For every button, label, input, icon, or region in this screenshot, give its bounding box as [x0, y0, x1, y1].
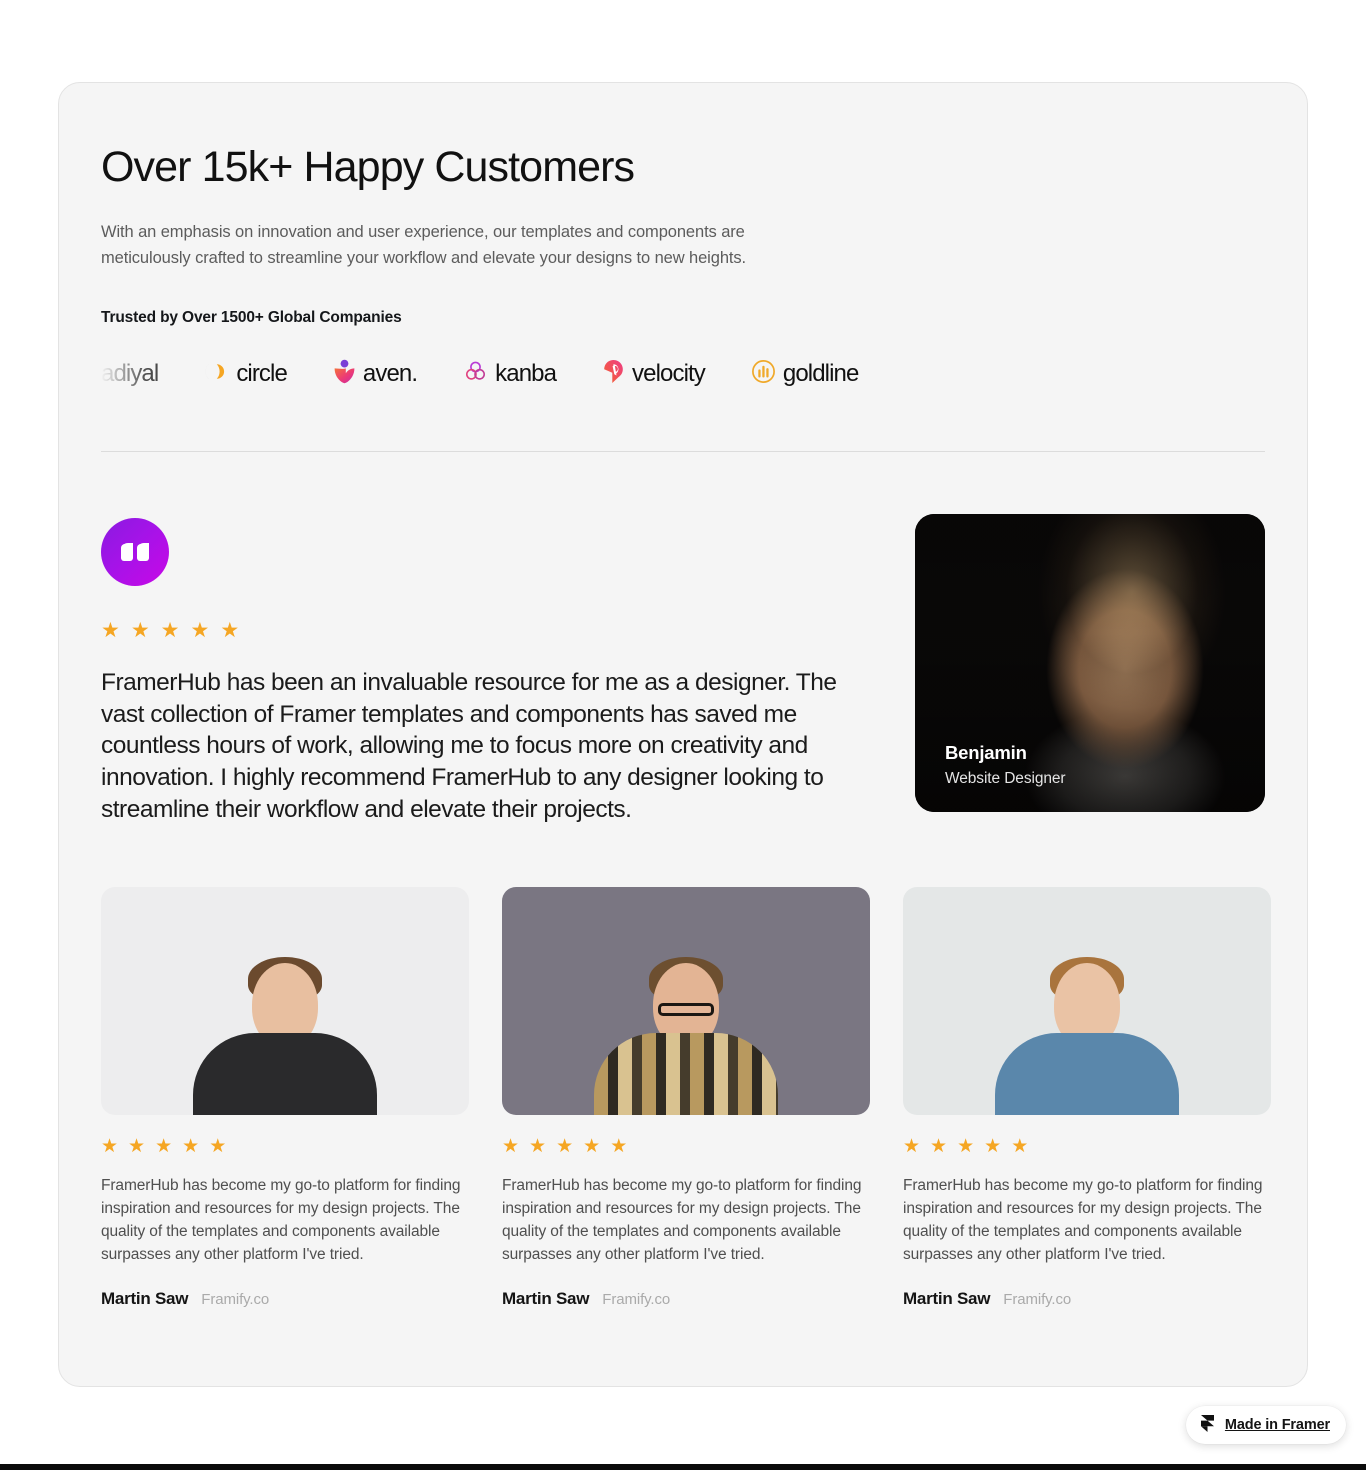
star-icon: ★: [101, 1136, 119, 1158]
testimonial-card-grid: ★ ★ ★ ★ ★ FramerHub has become my go-to …: [101, 887, 1271, 1309]
testimonial-text: FramerHub has become my go-to platform f…: [101, 1177, 461, 1264]
testimonial-company: Framify.co: [1003, 1291, 1072, 1308]
testimonial-card: ★ ★ ★ ★ ★ FramerHub has become my go-to …: [903, 887, 1271, 1309]
star-icon: ★: [529, 1136, 547, 1158]
star-icon: ★: [930, 1136, 948, 1158]
client-logo-strip: adiyal circle aven. kanba velocity goldl…: [101, 353, 1265, 395]
aven-tulip-icon: [333, 359, 356, 389]
featured-testimonial: ★ ★ ★ ★ ★ FramerHub has been an invaluab…: [101, 514, 1265, 825]
star-icon: ★: [1011, 1136, 1029, 1158]
logo-kanba: kanba: [463, 359, 557, 389]
torso-shape: [193, 1033, 377, 1116]
testimonial-card: ★ ★ ★ ★ ★ FramerHub has become my go-to …: [502, 887, 870, 1309]
logo-adiyal: adiyal: [101, 360, 159, 388]
happy-customers-section: Over 15k+ Happy Customers With an emphas…: [58, 82, 1308, 1387]
testimonial-company: Framify.co: [201, 1291, 270, 1308]
featured-person-card: Benjamin Website Designer: [915, 514, 1265, 813]
star-icon: ★: [155, 1136, 173, 1158]
kanba-rings-icon: [463, 359, 488, 389]
featured-person-name: Benjamin: [945, 742, 1027, 764]
made-in-framer-label: Made in Framer: [1224, 1417, 1330, 1433]
star-icon: ★: [101, 619, 120, 643]
star-icon: ★: [190, 619, 210, 643]
star-icon: ★: [182, 1136, 200, 1158]
star-icon: ★: [220, 619, 240, 643]
logo-velocity-label: velocity: [632, 360, 706, 388]
star-icon: ★: [160, 619, 180, 643]
star-icon: ★: [903, 1136, 921, 1158]
testimonial-rating: ★ ★ ★ ★ ★: [903, 1137, 1271, 1156]
testimonial-author: Martin Saw: [502, 1289, 590, 1308]
logo-circle-label: circle: [236, 360, 288, 388]
bottom-bar: [0, 1464, 1366, 1470]
velocity-badge-icon: [602, 359, 625, 389]
star-icon: ★: [130, 619, 150, 643]
section-divider: [101, 451, 1265, 453]
page-root: Over 15k+ Happy Customers With an emphas…: [0, 0, 1366, 1470]
logo-aven: aven.: [333, 359, 418, 389]
logo-velocity: velocity: [602, 359, 706, 389]
section-subheading: With an emphasis on innovation and user …: [101, 223, 747, 268]
star-icon: ★: [957, 1136, 975, 1158]
testimonial-footer: Martin Saw Framify.co: [903, 1289, 1271, 1309]
testimonial-footer: Martin Saw Framify.co: [101, 1289, 469, 1309]
star-icon: ★: [209, 1136, 227, 1158]
star-icon: ★: [610, 1136, 628, 1158]
testimonial-person-figure: [190, 957, 380, 1116]
testimonial-company: Framify.co: [602, 1291, 671, 1308]
star-icon: ★: [556, 1136, 574, 1158]
featured-rating: ★ ★ ★ ★ ★: [101, 620, 856, 641]
testimonial-author: Martin Saw: [903, 1289, 991, 1308]
trusted-by-label: Trusted by Over 1500+ Global Companies: [101, 309, 402, 327]
page-title: Over 15k+ Happy Customers: [101, 143, 635, 191]
star-icon: ★: [984, 1136, 1002, 1158]
logo-kanba-label: kanba: [495, 360, 557, 388]
quote-mark-icon: [101, 518, 169, 587]
testimonial-text: FramerHub has become my go-to platform f…: [502, 1177, 862, 1264]
testimonial-photo: [903, 887, 1271, 1116]
testimonial-photo: [502, 887, 870, 1116]
star-icon: ★: [583, 1136, 601, 1158]
torso-shape: [594, 1033, 778, 1116]
goldline-bars-icon: [751, 359, 776, 389]
logo-circle: circle: [204, 359, 288, 389]
testimonial-text: FramerHub has become my go-to platform f…: [903, 1177, 1263, 1264]
testimonial-person-figure: [992, 957, 1182, 1116]
star-icon: ★: [502, 1136, 520, 1158]
logo-goldline: goldline: [751, 359, 859, 389]
featured-testimonial-body: ★ ★ ★ ★ ★ FramerHub has been an invaluab…: [101, 514, 856, 825]
testimonial-rating: ★ ★ ★ ★ ★: [101, 1137, 469, 1156]
framer-logo-icon: [1200, 1414, 1215, 1436]
made-in-framer-badge[interactable]: Made in Framer: [1185, 1406, 1346, 1444]
logo-goldline-label: goldline: [782, 360, 859, 388]
quote-mark-glyph: [121, 542, 149, 561]
featured-quote-text: FramerHub has been an invaluable resourc…: [101, 669, 837, 823]
testimonial-card: ★ ★ ★ ★ ★ FramerHub has become my go-to …: [101, 887, 469, 1309]
testimonial-rating: ★ ★ ★ ★ ★: [502, 1137, 870, 1156]
testimonial-photo: [101, 887, 469, 1116]
circle-mark-icon: [204, 359, 229, 389]
testimonial-person-figure: [591, 957, 781, 1116]
glasses-icon: [658, 1003, 714, 1017]
torso-shape: [995, 1033, 1179, 1116]
testimonial-footer: Martin Saw Framify.co: [502, 1289, 870, 1309]
featured-person-role: Website Designer: [945, 770, 1066, 788]
logo-adiyal-label: adiyal: [101, 360, 159, 388]
testimonial-author: Martin Saw: [101, 1289, 189, 1308]
featured-person-meta: Benjamin Website Designer: [945, 742, 1066, 788]
logo-aven-label: aven.: [362, 360, 418, 388]
star-icon: ★: [128, 1136, 146, 1158]
